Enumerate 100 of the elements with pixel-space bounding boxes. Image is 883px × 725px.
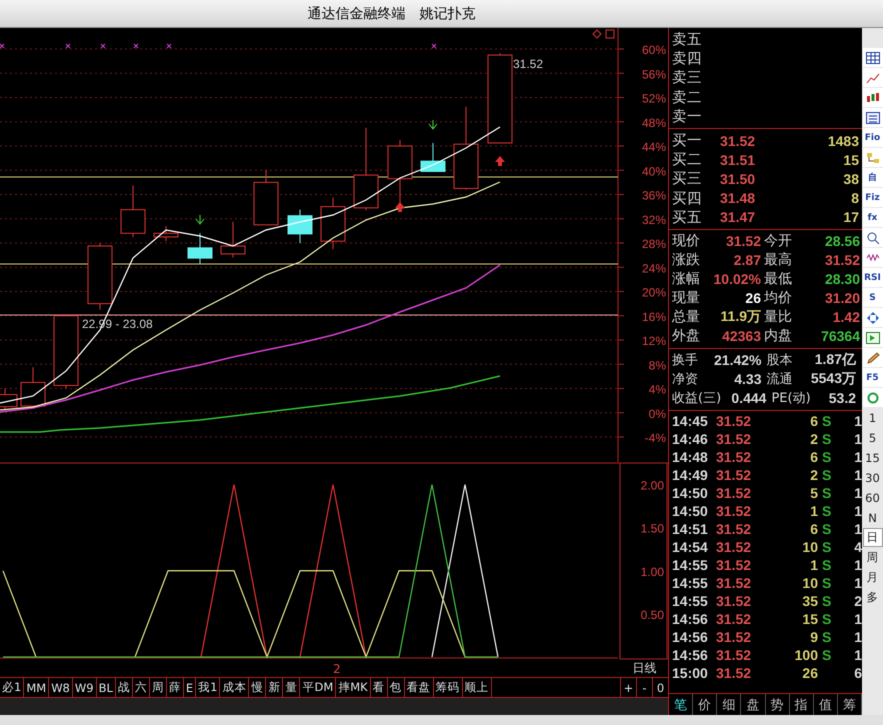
- formula-button[interactable]: 顺上: [462, 678, 492, 697]
- quote-label: 总量: [672, 308, 701, 326]
- formula-button[interactable]: 摔MK: [336, 678, 371, 697]
- tick-side: S: [822, 574, 832, 591]
- cross-marker-icon: [100, 44, 106, 48]
- tick-count: 1: [853, 502, 862, 519]
- square-icon: [606, 30, 614, 38]
- tick-side: S: [822, 466, 832, 483]
- bid-volume: 8: [851, 190, 859, 206]
- toolbar-button[interactable]: F5: [862, 368, 882, 387]
- tick-time: 14:50: [672, 502, 709, 519]
- axis-label: 4%: [648, 382, 666, 396]
- quote-value: 10.02%: [712, 271, 762, 288]
- search-icon[interactable]: [862, 228, 882, 247]
- formula-button[interactable]: 薛: [166, 678, 184, 697]
- tick-price: 31.52: [716, 538, 752, 555]
- ask-label: 卖四: [672, 50, 702, 68]
- quote-label: 外盘: [672, 327, 701, 346]
- stat-label: 股本: [766, 352, 792, 370]
- quote-value: 1.42: [832, 309, 861, 326]
- toolbar-button[interactable]: Fiz: [862, 188, 882, 207]
- tick-side: S: [822, 556, 832, 573]
- tick-volume: 6: [809, 520, 819, 537]
- stat-value: 5543万: [810, 370, 857, 388]
- axis-label: 2.00: [640, 478, 664, 493]
- quote-value: 11.9万: [720, 308, 762, 326]
- tick-count: 1: [853, 556, 862, 573]
- tick-side: S: [822, 484, 832, 501]
- candle: [220, 221, 246, 258]
- cross-marker-icon: [66, 44, 70, 48]
- move-icon[interactable]: [862, 308, 882, 327]
- formula-button[interactable]: 必1: [0, 678, 24, 697]
- tree-icon[interactable]: [862, 148, 882, 167]
- toolbar-button[interactable]: fx: [862, 208, 882, 227]
- formula-button[interactable]: 周: [150, 678, 167, 697]
- formula-button[interactable]: W8: [49, 678, 73, 697]
- toolbar-button[interactable]: S: [862, 288, 882, 307]
- toolbar-button[interactable]: Fio: [862, 128, 882, 147]
- tick-volume: 100: [794, 646, 819, 663]
- list-icon[interactable]: [862, 108, 882, 127]
- tick-side: S: [822, 538, 832, 555]
- tick-side: S: [822, 448, 832, 465]
- toolbar-button[interactable]: RSI: [862, 268, 882, 287]
- quote-value: 31.52: [724, 233, 762, 250]
- tick-side: S: [822, 628, 832, 645]
- tick-volume: 15: [801, 610, 819, 627]
- window-title: 通达信金融终端 姚记扑克: [308, 4, 476, 22]
- axis-label: 52%: [642, 92, 666, 106]
- axis-label: 60%: [642, 43, 666, 57]
- quote-value: 2.87: [732, 252, 762, 268]
- axis-label: 36%: [642, 188, 666, 202]
- tick-time: 14:45: [672, 412, 709, 429]
- toolbar-button[interactable]: 自: [862, 168, 882, 187]
- formula-button[interactable]: W9: [72, 678, 97, 697]
- tick-volume: 6: [809, 412, 819, 429]
- tick-time: 14:48: [672, 448, 709, 465]
- formula-button[interactable]: 六: [132, 678, 150, 697]
- formula-button[interactable]: BL: [96, 678, 116, 697]
- tick-volume: 10: [801, 574, 819, 591]
- bid-volume: 38: [843, 170, 859, 187]
- formula-button[interactable]: 成本: [220, 678, 250, 697]
- candle: [154, 226, 178, 242]
- bid-volume: 1483: [828, 132, 859, 149]
- tick-count: 2: [853, 592, 862, 609]
- quote-label: 均价: [764, 289, 793, 308]
- candles-icon[interactable]: [862, 88, 882, 107]
- formula-button[interactable]: 战: [116, 678, 133, 697]
- grid-icon[interactable]: [862, 48, 882, 67]
- pencil-icon[interactable]: [862, 348, 882, 367]
- candle: [188, 232, 212, 265]
- period-button[interactable]: 日: [862, 528, 882, 547]
- bid-volume: 17: [843, 209, 859, 226]
- formula-button[interactable]: 平DM: [300, 678, 336, 697]
- tick-side: S: [822, 610, 832, 627]
- tick-time: 14:55: [672, 574, 709, 591]
- formula-button[interactable]: 量: [283, 678, 300, 697]
- formula-button[interactable]: 包: [388, 678, 405, 697]
- tick-time: 15:00: [672, 664, 709, 681]
- cross-marker-icon: [166, 44, 172, 48]
- quote-value: 42363: [721, 328, 762, 344]
- formula-button[interactable]: 慢: [249, 678, 266, 697]
- candle: [420, 142, 446, 172]
- candle: [120, 184, 146, 238]
- formula-button[interactable]: 我1: [196, 678, 220, 697]
- formula-button[interactable]: 看: [370, 678, 388, 697]
- tick-price: 31.52: [716, 412, 752, 429]
- formula-button[interactable]: 筹码: [434, 678, 463, 697]
- ask-label: 卖一: [672, 108, 702, 126]
- tick-price: 31.52: [716, 664, 752, 681]
- axis-label: 1.00: [640, 564, 664, 579]
- bid-volume: 15: [843, 152, 859, 168]
- tick-side: S: [822, 430, 832, 447]
- quote-value: 31.20: [824, 290, 861, 306]
- formula-button[interactable]: 看盘: [404, 678, 434, 697]
- wave-icon[interactable]: [862, 248, 882, 267]
- period-label: 日线: [632, 660, 658, 677]
- formula-button[interactable]: 新: [266, 678, 284, 697]
- refresh-icon[interactable]: [862, 388, 882, 407]
- candle: [288, 209, 312, 244]
- tick-price: 31.52: [716, 610, 752, 627]
